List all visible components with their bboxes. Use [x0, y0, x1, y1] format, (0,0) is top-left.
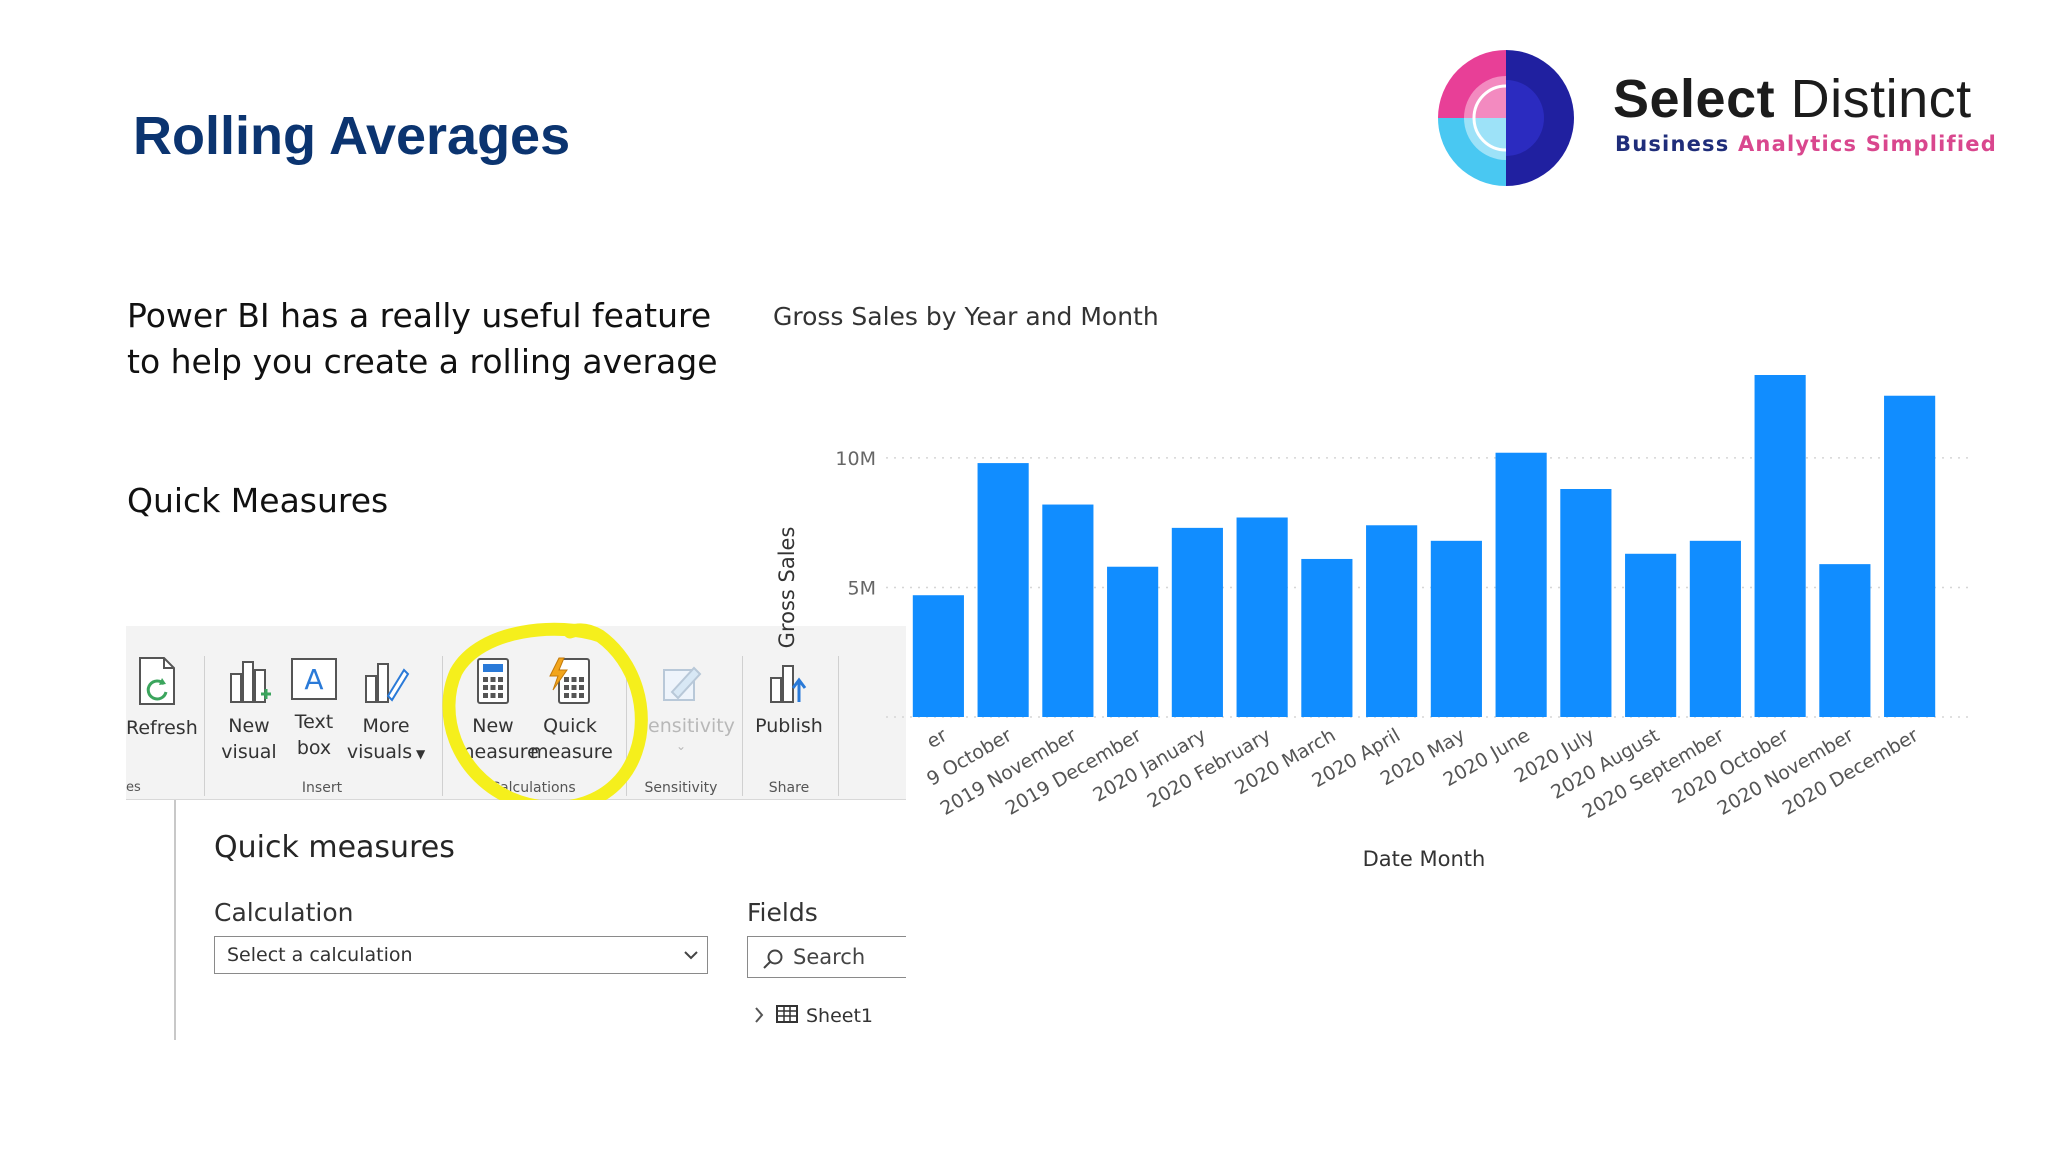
select-distinct-logo — [1438, 50, 1574, 186]
chart-bar — [1884, 395, 1936, 717]
chart-bar — [1366, 525, 1418, 717]
new-visual-label-2: visual — [221, 741, 277, 763]
fields-label: Fields — [747, 898, 818, 927]
x-tick-label: er — [923, 724, 951, 753]
table-icon — [776, 1005, 798, 1023]
search-icon — [763, 949, 783, 969]
y-axis-label: Gross Sales — [775, 527, 799, 649]
brand-tagline-part1: Business — [1615, 132, 1730, 156]
more-visuals-label-2: visuals ▼ — [346, 741, 426, 763]
chart-bar — [912, 595, 964, 717]
more-visuals-label-1: More — [362, 715, 410, 737]
calculation-dropdown-value: Select a calculation — [227, 944, 413, 966]
text-box-icon: A — [291, 658, 337, 700]
chart-bar — [1754, 375, 1806, 717]
text-box-button[interactable]: A Text box — [286, 656, 342, 761]
brand-name-bold: Select — [1613, 69, 1776, 129]
more-visuals-icon — [365, 663, 410, 703]
more-visuals-button[interactable]: More visuals ▼ — [346, 656, 426, 767]
text-box-label-1: Text — [294, 711, 334, 733]
refresh-label: Refresh — [126, 717, 198, 739]
quick-measures-title: Quick measures — [214, 830, 455, 865]
slide-title: Rolling Averages — [133, 106, 571, 166]
fields-search-input[interactable]: Search — [747, 936, 906, 978]
chevron-down-icon — [684, 951, 698, 960]
chart-bar — [1625, 553, 1677, 717]
brand-tagline: Business Analytics Simplified — [1615, 132, 1997, 156]
highlight-circle — [442, 622, 648, 814]
chart-bar — [1236, 517, 1288, 717]
new-visual-button[interactable]: New visual — [218, 656, 280, 765]
chart-bar — [1560, 489, 1612, 717]
subheading-quick-measures: Quick Measures — [127, 481, 389, 520]
chevron-down-icon: ▼ — [412, 747, 426, 761]
y-tick-label: 10M — [835, 448, 876, 470]
intro-line-2: to help you create a rolling average — [127, 342, 718, 381]
chart-bar — [977, 463, 1029, 717]
group-label-insert: Insert — [301, 780, 343, 796]
new-visual-label-1: New — [228, 715, 270, 737]
search-placeholder: Search — [793, 945, 866, 969]
ribbon-separator — [742, 656, 743, 796]
sensitivity-label-icon — [663, 666, 702, 701]
y-tick-label: 5M — [848, 577, 876, 599]
chart-bar — [1430, 540, 1482, 717]
brand-tagline-part2: Analytics Simplified — [1737, 132, 1997, 156]
chevron-right-icon — [755, 1007, 764, 1023]
calculation-label: Calculation — [214, 898, 354, 927]
tree-item-label: Sheet1 — [806, 1005, 874, 1027]
text-box-label-2: box — [296, 737, 332, 759]
refresh-button[interactable]: Refresh — [126, 656, 198, 741]
svg-text:A: A — [304, 663, 323, 696]
calculation-dropdown[interactable]: Select a calculation — [214, 936, 708, 974]
chart-bar — [1819, 564, 1871, 717]
partial-group-label: es — [126, 780, 141, 795]
bar-chart: 5M10MGross Saleser9 October2019 November… — [775, 375, 1970, 871]
refresh-icon — [139, 657, 175, 705]
chart-bar — [1042, 504, 1094, 717]
chart-bar — [1301, 558, 1353, 717]
bar-chart-icon — [230, 661, 271, 703]
chart-bar — [1495, 452, 1547, 717]
chart-bar — [1107, 566, 1159, 717]
x-axis-label: Date Month — [1363, 847, 1486, 871]
chart-bar — [1689, 540, 1741, 717]
chart-bar — [1171, 527, 1223, 717]
brand-name: Select Distinct — [1613, 68, 1972, 130]
chart-title: Gross Sales by Year and Month — [773, 302, 1159, 331]
intro-line-1: Power BI has a really useful feature — [127, 296, 712, 335]
ribbon-separator — [204, 656, 205, 796]
brand-name-regular: Distinct — [1790, 69, 1972, 129]
